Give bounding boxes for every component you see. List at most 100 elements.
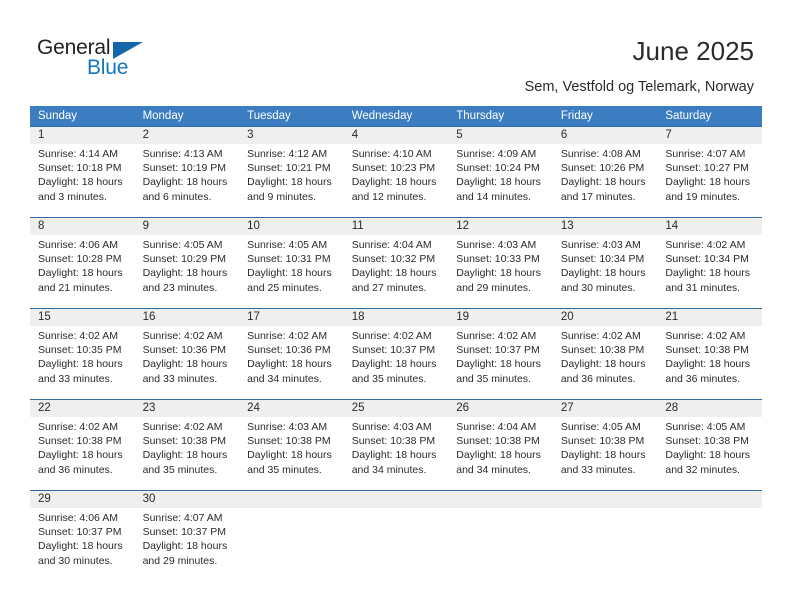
daylight-text: Daylight: 18 hours and 27 minutes. xyxy=(351,267,437,294)
day-number-empty xyxy=(553,491,658,508)
day-number[interactable]: 25 xyxy=(344,400,449,417)
day-cell[interactable]: Sunrise: 4:02 AM Sunset: 10:38 PM Daylig… xyxy=(657,326,762,399)
sunrise-text: Sunrise: 4:07 AM xyxy=(142,512,223,524)
day-cell[interactable]: Sunrise: 4:05 AM Sunset: 10:31 PM Daylig… xyxy=(239,235,344,308)
sunrise-text: Sunrise: 4:02 AM xyxy=(247,330,328,342)
day-number[interactable]: 9 xyxy=(135,218,240,235)
day-number[interactable]: 23 xyxy=(135,400,240,417)
day-cell[interactable]: Sunrise: 4:03 AM Sunset: 10:33 PM Daylig… xyxy=(448,235,553,308)
day-cell[interactable]: Sunrise: 4:07 AM Sunset: 10:37 PM Daylig… xyxy=(135,508,240,581)
brand-name-blue: Blue xyxy=(87,56,129,79)
day-cell[interactable]: Sunrise: 4:02 AM Sunset: 10:36 PM Daylig… xyxy=(239,326,344,399)
day-number[interactable]: 17 xyxy=(239,309,344,326)
day-number[interactable]: 2 xyxy=(135,127,240,144)
daylight-text: Daylight: 18 hours and 21 minutes. xyxy=(38,267,123,294)
day-cell[interactable]: Sunrise: 4:12 AM Sunset: 10:21 PM Daylig… xyxy=(239,144,344,217)
day-cell[interactable]: Sunrise: 4:05 AM Sunset: 10:38 PM Daylig… xyxy=(657,417,762,490)
daylight-text: Daylight: 18 hours and 29 minutes. xyxy=(456,267,541,294)
sunrise-text: Sunrise: 4:13 AM xyxy=(142,148,223,160)
day-number[interactable]: 24 xyxy=(239,400,344,417)
page-title: June 2025 xyxy=(632,36,754,66)
day-cell[interactable]: Sunrise: 4:09 AM Sunset: 10:24 PM Daylig… xyxy=(448,144,553,217)
sunrise-text: Sunrise: 4:06 AM xyxy=(38,239,118,251)
day-cell[interactable]: Sunrise: 4:04 AM Sunset: 10:38 PM Daylig… xyxy=(448,417,553,490)
day-cell[interactable]: Sunrise: 4:10 AM Sunset: 10:23 PM Daylig… xyxy=(344,144,449,217)
sunset-text: Sunset: 10:38 PM xyxy=(247,435,331,448)
day-cell[interactable]: Sunrise: 4:02 AM Sunset: 10:37 PM Daylig… xyxy=(448,326,553,399)
day-cell[interactable]: Sunrise: 4:13 AM Sunset: 10:19 PM Daylig… xyxy=(135,144,240,217)
day-cell[interactable]: Sunrise: 4:03 AM Sunset: 10:38 PM Daylig… xyxy=(239,417,344,490)
day-cell[interactable]: Sunrise: 4:02 AM Sunset: 10:34 PM Daylig… xyxy=(657,235,762,308)
sunrise-text: Sunrise: 4:10 AM xyxy=(351,148,432,160)
day-number[interactable]: 10 xyxy=(239,218,344,235)
day-cell[interactable]: Sunrise: 4:02 AM Sunset: 10:38 PM Daylig… xyxy=(553,326,658,399)
sunrise-text: Sunrise: 4:02 AM xyxy=(351,330,432,342)
day-number[interactable]: 12 xyxy=(448,218,553,235)
day-cell-empty xyxy=(553,508,658,581)
sunrise-text: Sunrise: 4:02 AM xyxy=(38,421,118,433)
day-cell[interactable]: Sunrise: 4:05 AM Sunset: 10:38 PM Daylig… xyxy=(553,417,658,490)
week-detail-band: Sunrise: 4:02 AM Sunset: 10:38 PM Daylig… xyxy=(30,417,762,490)
daylight-text: Daylight: 18 hours and 25 minutes. xyxy=(247,267,332,294)
day-cell[interactable]: Sunrise: 4:08 AM Sunset: 10:26 PM Daylig… xyxy=(553,144,658,217)
daylight-text: Daylight: 18 hours and 34 minutes. xyxy=(351,449,437,476)
sunrise-text: Sunrise: 4:03 AM xyxy=(456,239,537,251)
day-number[interactable]: 21 xyxy=(657,309,762,326)
day-number[interactable]: 13 xyxy=(553,218,658,235)
sunrise-text: Sunrise: 4:02 AM xyxy=(456,330,537,342)
day-number[interactable]: 11 xyxy=(344,218,449,235)
day-number[interactable]: 29 xyxy=(30,491,135,508)
week-detail-band: Sunrise: 4:14 AM Sunset: 10:18 PM Daylig… xyxy=(30,144,762,217)
day-cell[interactable]: Sunrise: 4:07 AM Sunset: 10:27 PM Daylig… xyxy=(657,144,762,217)
sunset-text: Sunset: 10:38 PM xyxy=(665,435,749,448)
day-number[interactable]: 8 xyxy=(30,218,135,235)
day-number[interactable]: 30 xyxy=(135,491,240,508)
day-cell[interactable]: Sunrise: 4:03 AM Sunset: 10:38 PM Daylig… xyxy=(344,417,449,490)
day-cell[interactable]: Sunrise: 4:05 AM Sunset: 10:29 PM Daylig… xyxy=(135,235,240,308)
day-number[interactable]: 14 xyxy=(657,218,762,235)
day-number[interactable]: 15 xyxy=(30,309,135,326)
weekday-header-sunday: Sunday xyxy=(38,110,78,122)
day-number[interactable]: 1 xyxy=(30,127,135,144)
week-day-number-band: 15 16 17 18 19 20 21 xyxy=(30,309,762,326)
sunrise-text: Sunrise: 4:02 AM xyxy=(142,330,223,342)
day-cell[interactable]: Sunrise: 4:02 AM Sunset: 10:38 PM Daylig… xyxy=(30,417,135,490)
day-number[interactable]: 28 xyxy=(657,400,762,417)
sunset-text: Sunset: 10:38 PM xyxy=(456,435,540,448)
day-cell-empty xyxy=(344,508,449,581)
day-cell[interactable]: Sunrise: 4:02 AM Sunset: 10:35 PM Daylig… xyxy=(30,326,135,399)
week-detail-band: Sunrise: 4:02 AM Sunset: 10:35 PM Daylig… xyxy=(30,326,762,399)
day-number[interactable]: 20 xyxy=(553,309,658,326)
daylight-text: Daylight: 18 hours and 36 minutes. xyxy=(665,358,751,385)
day-number[interactable]: 19 xyxy=(448,309,553,326)
daylight-text: Daylight: 18 hours and 36 minutes. xyxy=(560,358,646,385)
day-number[interactable]: 26 xyxy=(448,400,553,417)
day-cell[interactable]: Sunrise: 4:02 AM Sunset: 10:36 PM Daylig… xyxy=(135,326,240,399)
day-cell[interactable]: Sunrise: 4:14 AM Sunset: 10:18 PM Daylig… xyxy=(30,144,135,217)
day-cell[interactable]: Sunrise: 4:03 AM Sunset: 10:34 PM Daylig… xyxy=(553,235,658,308)
sunset-text: Sunset: 10:18 PM xyxy=(38,162,122,175)
day-number[interactable]: 22 xyxy=(30,400,135,417)
brand-logo[interactable]: General Blue xyxy=(37,36,167,82)
sunrise-text: Sunrise: 4:02 AM xyxy=(665,330,746,342)
day-cell[interactable]: Sunrise: 4:06 AM Sunset: 10:37 PM Daylig… xyxy=(30,508,135,581)
day-cell[interactable]: Sunrise: 4:02 AM Sunset: 10:38 PM Daylig… xyxy=(135,417,240,490)
day-number[interactable]: 18 xyxy=(344,309,449,326)
sunrise-text: Sunrise: 4:02 AM xyxy=(560,330,641,342)
day-number[interactable]: 6 xyxy=(553,127,658,144)
day-number[interactable]: 5 xyxy=(448,127,553,144)
day-cell[interactable]: Sunrise: 4:04 AM Sunset: 10:32 PM Daylig… xyxy=(344,235,449,308)
day-number[interactable]: 27 xyxy=(553,400,658,417)
day-cell[interactable]: Sunrise: 4:02 AM Sunset: 10:37 PM Daylig… xyxy=(344,326,449,399)
week-day-number-band: 1 2 3 4 5 6 7 xyxy=(30,127,762,144)
daylight-text: Daylight: 18 hours and 33 minutes. xyxy=(142,358,228,385)
day-cell[interactable]: Sunrise: 4:06 AM Sunset: 10:28 PM Daylig… xyxy=(30,235,135,308)
daylight-text: Daylight: 18 hours and 35 minutes. xyxy=(456,358,541,385)
daylight-text: Daylight: 18 hours and 31 minutes. xyxy=(665,267,751,294)
day-number[interactable]: 16 xyxy=(135,309,240,326)
day-number[interactable]: 3 xyxy=(239,127,344,144)
sunset-text: Sunset: 10:23 PM xyxy=(351,162,436,175)
day-number[interactable]: 4 xyxy=(344,127,449,144)
day-number[interactable]: 7 xyxy=(657,127,762,144)
week-detail-band: Sunrise: 4:06 AM Sunset: 10:37 PM Daylig… xyxy=(30,508,762,581)
